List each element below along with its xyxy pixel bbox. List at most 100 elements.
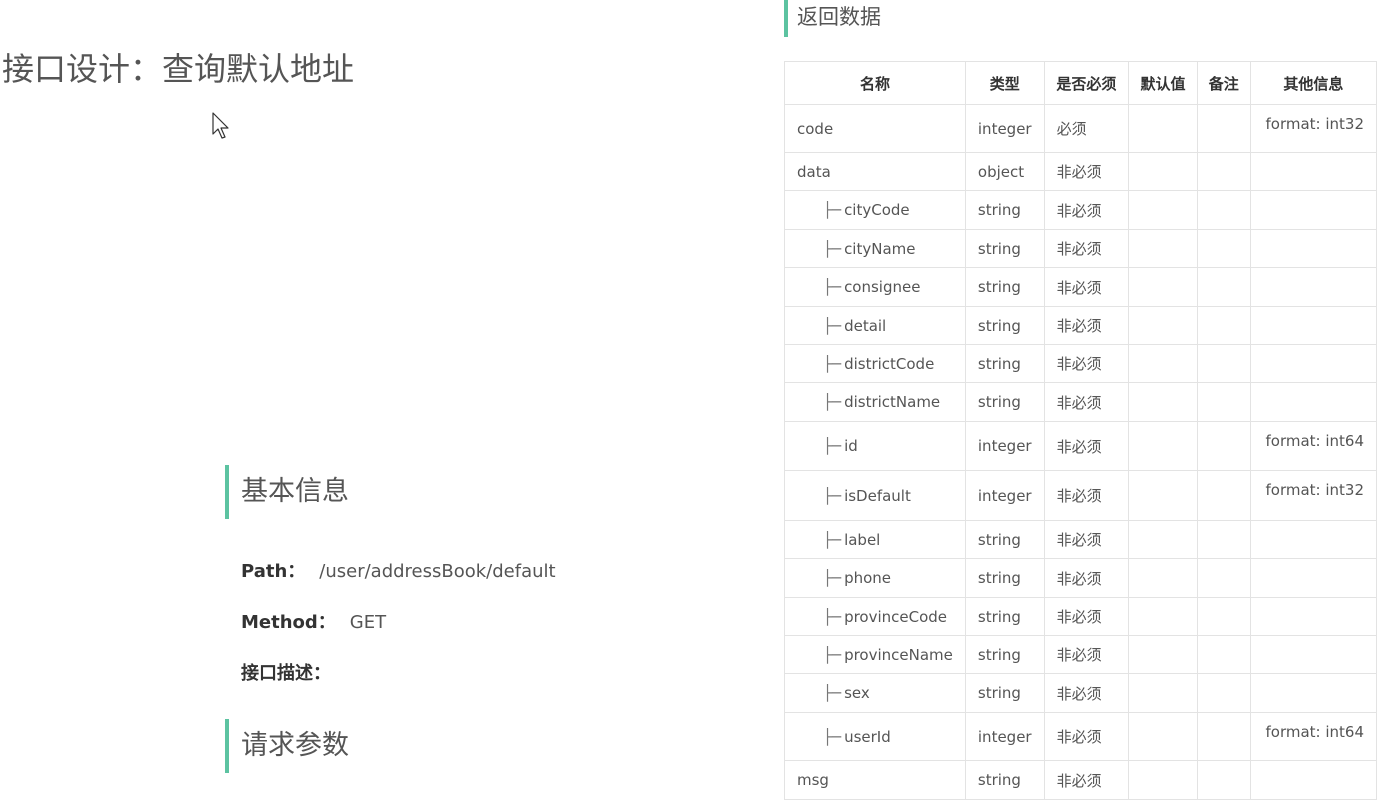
field-type-cell: string bbox=[964, 558, 1045, 598]
field-required-cell: 非必须 bbox=[1043, 635, 1130, 674]
info-description: 接口描述： bbox=[241, 659, 345, 685]
field-name: isDefault bbox=[844, 486, 911, 505]
field-note-cell bbox=[1196, 712, 1251, 761]
field-name: code bbox=[797, 119, 834, 138]
field-type-cell: string bbox=[964, 344, 1045, 383]
tree-branch-icon: ├─ bbox=[823, 437, 842, 455]
return-data-table: 名称 类型 是否必须 默认值 备注 其他信息 code integer 必须 form… bbox=[784, 61, 1378, 800]
field-name: provinceCode bbox=[844, 607, 948, 626]
field-default-cell bbox=[1128, 190, 1198, 230]
field-note-cell bbox=[1196, 306, 1251, 345]
field-other-cell bbox=[1249, 760, 1378, 800]
table-row: ├─ districtCode string 非必须 bbox=[784, 344, 1378, 383]
field-name-cell: ├─ cityName bbox=[784, 229, 966, 268]
field-name: id bbox=[844, 437, 858, 455]
field-name-cell: ├─ id bbox=[784, 421, 966, 471]
tree-branch-icon: ├─ bbox=[823, 486, 842, 505]
field-name: districtName bbox=[844, 393, 941, 411]
field-required-cell: 非必须 bbox=[1043, 190, 1130, 230]
table-row: data object 非必须 bbox=[784, 152, 1378, 191]
field-note-cell bbox=[1196, 421, 1251, 471]
tree-branch-icon: ├─ bbox=[823, 569, 842, 587]
field-name-cell: data bbox=[784, 152, 966, 191]
info-path: Path： /user/addressBook/default bbox=[241, 557, 556, 583]
table-row: code integer 必须 format: int32 bbox=[784, 104, 1378, 153]
field-note-cell bbox=[1196, 229, 1251, 268]
field-other-cell bbox=[1249, 558, 1378, 598]
basic-info-heading: 基本信息 bbox=[225, 465, 349, 519]
field-required-cell: 非必须 bbox=[1043, 597, 1130, 636]
field-other-cell bbox=[1249, 152, 1378, 191]
table-row: ├─ consignee string 非必须 bbox=[784, 267, 1378, 307]
field-required-cell: 必须 bbox=[1043, 104, 1130, 153]
field-other-cell bbox=[1249, 306, 1378, 345]
tree-branch-icon: ├─ bbox=[823, 645, 842, 664]
field-required-cell: 非必须 bbox=[1043, 344, 1130, 383]
field-other-cell: format: int64 bbox=[1249, 421, 1378, 471]
field-name-cell: code bbox=[784, 104, 966, 153]
field-type-cell: object bbox=[964, 152, 1045, 191]
field-other-cell bbox=[1249, 635, 1378, 674]
field-other-cell: format: int32 bbox=[1249, 104, 1378, 153]
field-name-cell: ├─ sex bbox=[784, 673, 966, 713]
field-required-cell: 非必须 bbox=[1043, 558, 1130, 598]
tree-branch-icon: ├─ bbox=[823, 239, 842, 258]
field-type-cell: string bbox=[964, 267, 1045, 307]
col-header-other: 其他信息 bbox=[1249, 61, 1378, 105]
field-required-cell: 非必须 bbox=[1043, 152, 1130, 191]
field-required-cell: 非必须 bbox=[1043, 470, 1130, 521]
field-required-cell: 非必须 bbox=[1043, 229, 1130, 268]
field-required-cell: 非必须 bbox=[1043, 267, 1130, 307]
field-other-cell bbox=[1249, 344, 1378, 383]
field-required-cell: 非必须 bbox=[1043, 306, 1130, 345]
tree-branch-icon: ├─ bbox=[823, 316, 842, 335]
field-name-cell: ├─ label bbox=[784, 520, 966, 559]
col-header-note: 备注 bbox=[1196, 61, 1251, 105]
field-name-cell: ├─ provinceName bbox=[784, 635, 966, 674]
return-data-heading: 返回数据 bbox=[784, 0, 881, 37]
field-other-cell bbox=[1249, 597, 1378, 636]
path-label: Path： bbox=[241, 561, 306, 582]
table-row: ├─ id integer 非必须 format: int64 bbox=[784, 421, 1378, 471]
field-required-cell: 非必须 bbox=[1043, 382, 1130, 422]
field-type-cell: string bbox=[964, 229, 1045, 268]
field-name-cell: ├─ isDefault bbox=[784, 470, 966, 521]
field-type-cell: string bbox=[964, 306, 1045, 345]
field-name: provinceName bbox=[844, 645, 953, 664]
field-name-cell: ├─ cityCode bbox=[784, 190, 966, 230]
field-name-cell: msg bbox=[784, 760, 966, 800]
table-row: ├─ sex string 非必须 bbox=[784, 673, 1378, 713]
field-default-cell bbox=[1128, 470, 1198, 521]
field-required-cell: 非必须 bbox=[1043, 760, 1130, 800]
field-default-cell bbox=[1128, 306, 1198, 345]
table-header-row: 名称 类型 是否必须 默认值 备注 其他信息 bbox=[784, 61, 1378, 105]
field-note-cell bbox=[1196, 344, 1251, 383]
field-note-cell bbox=[1196, 520, 1251, 559]
field-other-cell: format: int32 bbox=[1249, 470, 1378, 521]
table-row: msg string 非必须 bbox=[784, 760, 1378, 800]
field-name: userId bbox=[844, 727, 891, 746]
field-default-cell bbox=[1128, 344, 1198, 383]
tree-branch-icon: ├─ bbox=[823, 393, 842, 411]
table-row: ├─ provinceCode string 非必须 bbox=[784, 597, 1378, 636]
field-type-cell: string bbox=[964, 520, 1045, 559]
field-default-cell bbox=[1128, 382, 1198, 422]
table-row: ├─ cityCode string 非必须 bbox=[784, 190, 1378, 230]
field-default-cell bbox=[1128, 104, 1198, 153]
tree-branch-icon: ├─ bbox=[823, 607, 842, 626]
field-other-cell bbox=[1249, 673, 1378, 713]
field-name: label bbox=[844, 530, 881, 549]
tree-branch-icon: ├─ bbox=[823, 684, 842, 702]
table-row: ├─ isDefault integer 非必须 format: int32 bbox=[784, 470, 1378, 521]
field-other-cell bbox=[1249, 520, 1378, 559]
table-row: ├─ cityName string 非必须 bbox=[784, 229, 1378, 268]
description-label: 接口描述： bbox=[241, 663, 331, 684]
field-name-cell: ├─ provinceCode bbox=[784, 597, 966, 636]
field-name: districtCode bbox=[844, 354, 935, 373]
field-default-cell bbox=[1128, 635, 1198, 674]
field-note-cell bbox=[1196, 382, 1251, 422]
field-other-cell bbox=[1249, 267, 1378, 307]
tree-branch-icon: ├─ bbox=[823, 354, 842, 373]
field-required-cell: 非必须 bbox=[1043, 520, 1130, 559]
table-row: ├─ provinceName string 非必须 bbox=[784, 635, 1378, 674]
